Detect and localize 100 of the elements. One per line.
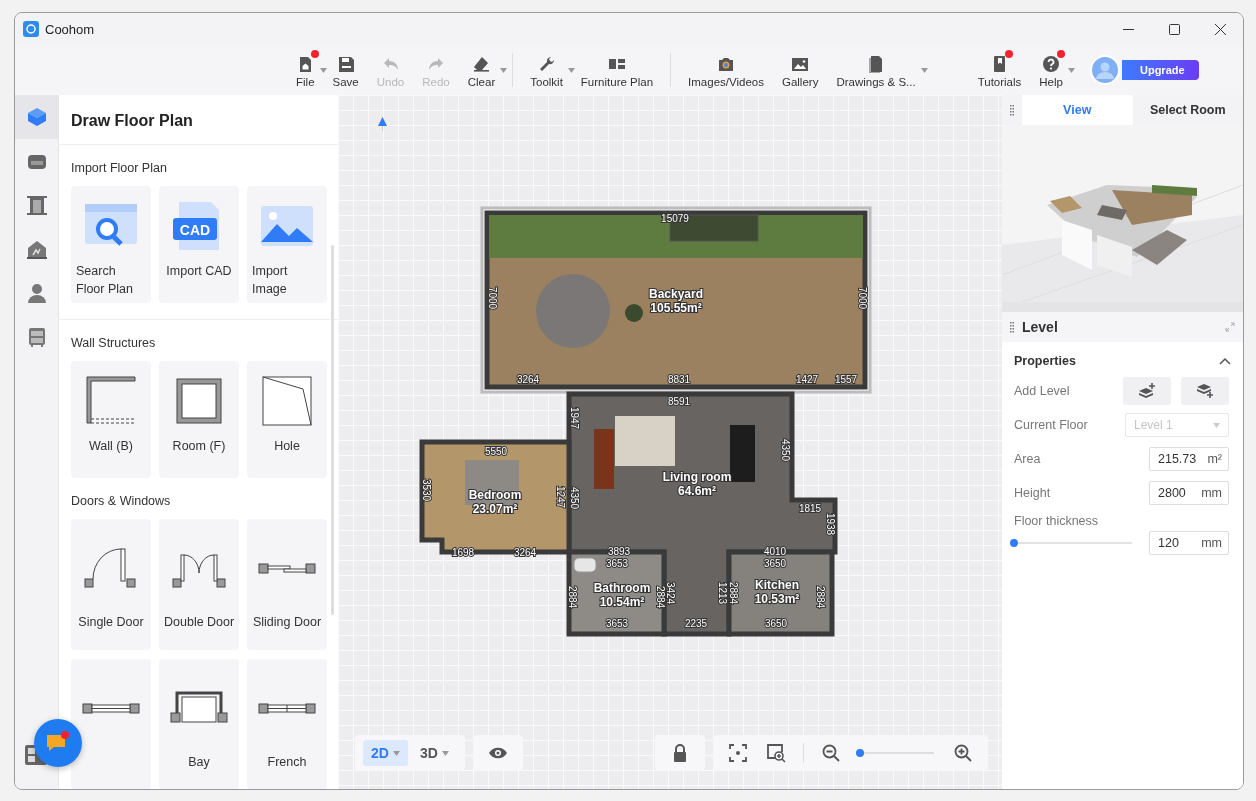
eraser-icon — [472, 54, 491, 73]
room-area: 64.6m² — [678, 484, 716, 498]
dimension-label: 1815 — [798, 502, 822, 514]
caret-icon — [1213, 422, 1220, 428]
unit-label: m² — [1207, 452, 1222, 466]
tool-card[interactable]: Room (F) — [159, 361, 239, 478]
tool-card[interactable]: Wall (B) — [71, 361, 151, 478]
section-title: Wall Structures — [71, 336, 157, 350]
room-label: Bathroom — [593, 581, 651, 595]
help-button[interactable]: Help — [1030, 48, 1072, 92]
caret-icon — [441, 750, 449, 756]
dimension-label: 3650 — [763, 557, 787, 569]
field-label: Area — [1014, 452, 1041, 466]
zoom-window-icon — [766, 743, 786, 763]
view-mode-tab[interactable]: 3D — [411, 740, 457, 766]
dimension-label: 1213 — [717, 581, 729, 605]
dimension-label: 8831 — [667, 373, 691, 385]
zoom-in-icon — [953, 743, 973, 763]
slider-thumb[interactable] — [856, 749, 864, 757]
add-layer-icon — [1196, 383, 1214, 399]
input-field[interactable]: 2800 mm — [1149, 481, 1229, 505]
door-icon — [24, 193, 49, 217]
field-label: Add Level — [1014, 384, 1070, 398]
dining-table — [730, 425, 755, 482]
notification-dot — [311, 50, 320, 58]
north-arrow-icon — [378, 117, 387, 131]
rug — [615, 416, 675, 466]
chevron-up-icon[interactable] — [1219, 357, 1231, 365]
add-level-below-button[interactable] — [1181, 377, 1229, 405]
document-icon — [867, 54, 885, 73]
home-document-button[interactable]: File — [287, 48, 324, 92]
tool-card[interactable]: Sliding Door — [247, 519, 327, 650]
field-label: Height — [1014, 486, 1051, 500]
dimension-label: 7000 — [487, 286, 499, 310]
dimension-label: 15079 — [661, 212, 689, 224]
panel-title: Level — [1022, 319, 1058, 335]
dimension-label: 3264 — [516, 373, 540, 385]
field-label: Floor thickness — [1014, 514, 1100, 528]
caret-icon — [567, 68, 575, 73]
tool-card[interactable]: Bay — [159, 659, 239, 789]
backyard-room[interactable] — [480, 206, 872, 394]
scrollbar[interactable] — [331, 245, 334, 615]
dimension-label: 3653 — [605, 617, 629, 629]
sidebar-tab[interactable] — [15, 95, 58, 139]
caret-icon — [1067, 68, 1075, 73]
notification-dot — [1057, 50, 1066, 58]
bathroom-room[interactable] — [566, 549, 667, 637]
caret-icon — [319, 68, 327, 73]
dimension-label: 5550 — [484, 445, 508, 457]
room-label: Kitchen — [755, 578, 799, 592]
drag-handle-icon[interactable] — [1010, 321, 1014, 333]
document-button[interactable]: Drawings & S... — [827, 48, 925, 92]
room-area: 10.53m² — [754, 592, 800, 606]
tool-card[interactable]: Import Image — [247, 186, 327, 303]
input-field[interactable]: 120 mm — [1149, 531, 1229, 555]
maximize-icon — [1168, 23, 1180, 35]
add-level-button[interactable] — [1123, 377, 1171, 405]
view-tab[interactable]: View — [1022, 95, 1133, 125]
tool-card[interactable]: Double Door — [159, 519, 239, 650]
field-label: Current Floor — [1014, 418, 1088, 432]
view-tab[interactable]: Select Room — [1132, 95, 1243, 125]
dimension-label: 2235 — [684, 617, 708, 629]
image-button[interactable]: Gallery — [772, 48, 828, 92]
zoom-out-icon — [821, 743, 841, 763]
tool-card[interactable]: Hole — [247, 361, 327, 478]
dimension-label: 1938 — [825, 512, 837, 536]
save-icon — [336, 54, 355, 73]
save-button[interactable]: Save — [323, 48, 368, 92]
notification-dot — [1005, 50, 1014, 58]
unit-label: mm — [1201, 486, 1222, 500]
camera-button[interactable]: Images/Videos — [679, 48, 773, 92]
upgrade-button[interactable]: Upgrade — [1121, 60, 1199, 80]
window-icon — [81, 703, 141, 714]
eraser-button[interactable]: Clear — [458, 48, 505, 92]
book-button[interactable]: Tutorials — [968, 48, 1031, 92]
tool-card[interactable]: Search Floor Plan — [71, 186, 151, 303]
dimension-label: 2884 — [728, 581, 740, 605]
tool-card[interactable]: French — [247, 659, 327, 789]
input-field[interactable]: 215.73 m² — [1149, 447, 1229, 471]
tool-card[interactable]: Single Door — [71, 519, 151, 650]
kitchen-room[interactable] — [726, 549, 835, 637]
dimension-label: 3530 — [421, 478, 433, 502]
dimension-label: 4350 — [569, 486, 581, 510]
grid-button[interactable]: Furniture Plan — [571, 48, 663, 92]
dimension-label: 4010 — [763, 545, 787, 557]
wrench-button[interactable]: Toolkit — [521, 48, 572, 92]
slider-thumb[interactable] — [1010, 539, 1018, 547]
dimension-label: 1947 — [569, 406, 581, 430]
dimension-label: 1557 — [834, 373, 858, 385]
tool-card[interactable] — [71, 659, 151, 789]
tool-card[interactable]: CAD Import CAD — [159, 186, 239, 303]
dimension-label: 8591 — [667, 395, 691, 407]
room-area: 10.54m² — [599, 595, 645, 609]
sofa — [594, 429, 614, 489]
drag-handle-icon[interactable] — [1010, 104, 1014, 116]
help-icon — [1042, 54, 1061, 73]
section-title: Properties — [1014, 354, 1076, 368]
room-area: 23.07m² — [472, 502, 518, 516]
dimension-label: 2884 — [815, 585, 827, 609]
dimension-label: 4350 — [780, 438, 792, 462]
